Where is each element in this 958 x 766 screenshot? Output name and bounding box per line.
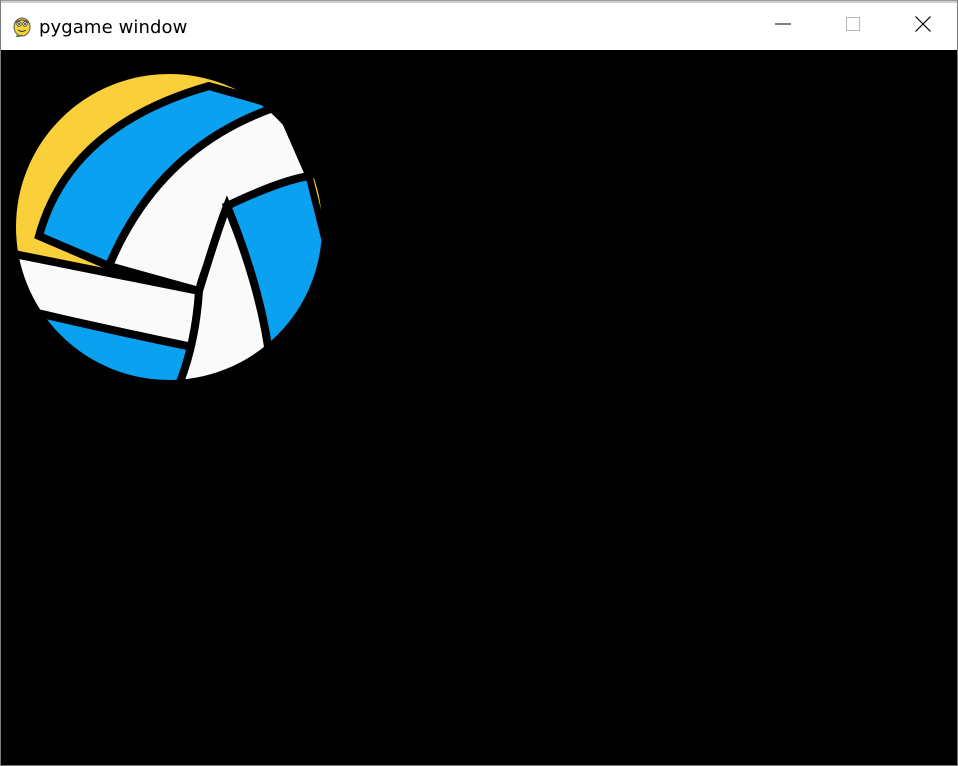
window-title: pygame window: [39, 17, 188, 38]
maximize-button[interactable]: [818, 3, 888, 50]
app-window: pygame window: [0, 0, 958, 766]
minimize-icon: [774, 15, 792, 38]
pygame-snake-icon: [10, 14, 34, 38]
maximize-icon: [844, 15, 862, 38]
close-icon: [914, 15, 932, 38]
close-button[interactable]: [888, 3, 958, 50]
game-canvas[interactable]: [1, 50, 957, 765]
minimize-button[interactable]: [748, 3, 818, 50]
volleyball-sprite: [10, 68, 328, 386]
title-bar[interactable]: pygame window: [1, 1, 957, 50]
